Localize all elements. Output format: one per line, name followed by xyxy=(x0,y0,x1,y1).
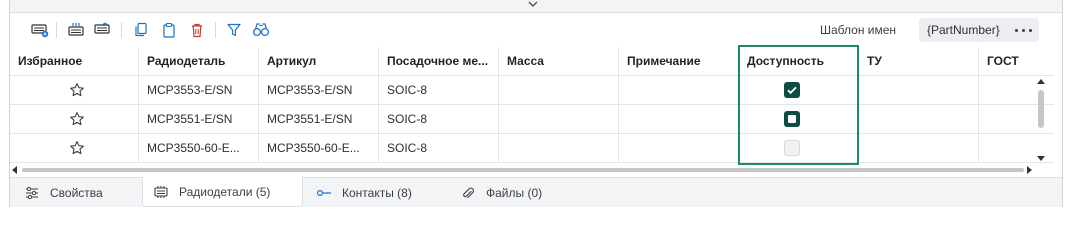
collapse-strip[interactable] xyxy=(10,0,1062,13)
vertical-scrollbar[interactable] xyxy=(1034,76,1048,164)
article-cell[interactable]: MCP3553-E/SN xyxy=(259,76,379,104)
checkmark-icon xyxy=(787,86,797,95)
article-cell[interactable]: MCP3551-E/SN xyxy=(259,105,379,133)
availability-checkbox[interactable] xyxy=(784,111,800,127)
delete-icon[interactable] xyxy=(186,19,208,41)
chip-icon xyxy=(153,184,169,200)
favorite-cell[interactable] xyxy=(10,134,139,162)
tab-label: Контакты (8) xyxy=(342,185,412,200)
tab-parts[interactable]: Радиодетали (5) xyxy=(142,177,303,207)
tab-contacts[interactable]: Контакты (8) xyxy=(316,178,446,207)
horizontal-scrollbar[interactable] xyxy=(10,164,1054,176)
horizontal-scroll-thumb[interactable] xyxy=(22,168,1024,172)
add-row-icon[interactable] xyxy=(29,19,51,41)
availability-checkbox[interactable] xyxy=(784,140,800,156)
tu-cell[interactable] xyxy=(859,105,979,133)
favorite-cell[interactable] xyxy=(10,105,139,133)
toolbar: Шаблон имен {PartNumber} xyxy=(10,13,1062,47)
table-row[interactable]: MCP3550-60-E... MCP3550-60-E... SOIC-8 xyxy=(10,134,1054,163)
bottom-tabs: Свойства Радиодетали (5) Контакты (8) Фа… xyxy=(10,177,1062,207)
tab-label: Радиодетали (5) xyxy=(179,184,271,199)
tab-files[interactable]: Файлы (0) xyxy=(460,178,570,207)
column-header-part[interactable]: Радиодеталь xyxy=(139,47,259,75)
note-cell[interactable] xyxy=(619,105,739,133)
column-header-availability[interactable]: Доступность xyxy=(739,47,859,75)
availability-checkbox[interactable] xyxy=(784,82,800,98)
vertical-scroll-thumb[interactable] xyxy=(1038,90,1044,128)
parts-panel: Шаблон имен {PartNumber} Избранное Радио… xyxy=(9,0,1063,207)
scroll-down-icon[interactable] xyxy=(1037,156,1045,161)
name-template-value[interactable]: {PartNumber} xyxy=(927,23,1000,37)
table-header: Избранное Радиодеталь Артикул Посадочное… xyxy=(10,47,1054,76)
scroll-left-icon[interactable] xyxy=(12,166,17,174)
paperclip-icon xyxy=(460,185,476,201)
article-cell[interactable]: MCP3550-60-E... xyxy=(259,134,379,162)
mass-cell[interactable] xyxy=(499,134,619,162)
star-icon[interactable] xyxy=(69,140,85,156)
more-options-button[interactable] xyxy=(1009,18,1037,42)
column-header-mass[interactable]: Масса xyxy=(499,47,619,75)
scroll-right-icon[interactable] xyxy=(1027,166,1032,174)
column-header-gost[interactable]: ГОСТ xyxy=(979,47,1054,75)
column-header-tu[interactable]: ТУ xyxy=(859,47,979,75)
parts-table: Избранное Радиодеталь Артикул Посадочное… xyxy=(10,47,1054,163)
star-icon[interactable] xyxy=(69,111,85,127)
tu-cell[interactable] xyxy=(859,76,979,104)
tu-cell[interactable] xyxy=(859,134,979,162)
part-cell[interactable]: MCP3550-60-E... xyxy=(139,134,259,162)
footprint-cell[interactable]: SOIC-8 xyxy=(379,134,499,162)
mass-cell[interactable] xyxy=(499,76,619,104)
column-header-favorite[interactable]: Избранное xyxy=(10,47,139,75)
find-icon[interactable] xyxy=(250,19,272,41)
footprint-cell[interactable]: SOIC-8 xyxy=(379,76,499,104)
sliders-icon xyxy=(24,185,40,201)
column-header-note[interactable]: Примечание xyxy=(619,47,739,75)
column-header-footprint[interactable]: Посадочное ме... xyxy=(379,47,499,75)
copy-icon[interactable] xyxy=(130,19,152,41)
tab-label: Свойства xyxy=(50,185,103,200)
part-cell[interactable]: MCP3553-E/SN xyxy=(139,76,259,104)
paste-icon[interactable] xyxy=(158,19,180,41)
table-row[interactable]: MCP3551-E/SN MCP3551-E/SN SOIC-8 xyxy=(10,105,1054,134)
filter-icon[interactable] xyxy=(223,19,245,41)
note-cell[interactable] xyxy=(619,134,739,162)
insert-below-icon[interactable] xyxy=(91,19,113,41)
name-template-field[interactable]: {PartNumber} xyxy=(919,18,1039,42)
scroll-up-icon[interactable] xyxy=(1037,79,1045,84)
column-header-article[interactable]: Артикул xyxy=(259,47,379,75)
star-icon[interactable] xyxy=(69,82,85,98)
tab-properties[interactable]: Свойства xyxy=(24,178,142,207)
note-cell[interactable] xyxy=(619,76,739,104)
chevron-down-icon[interactable] xyxy=(525,0,541,11)
footprint-cell[interactable]: SOIC-8 xyxy=(379,105,499,133)
more-icon xyxy=(1013,28,1034,32)
pin-icon xyxy=(316,185,332,201)
table-row[interactable]: MCP3553-E/SN MCP3553-E/SN SOIC-8 xyxy=(10,76,1054,105)
mass-cell[interactable] xyxy=(499,105,619,133)
part-cell[interactable]: MCP3551-E/SN xyxy=(139,105,259,133)
tab-label: Файлы (0) xyxy=(486,185,543,200)
insert-above-icon[interactable] xyxy=(65,19,87,41)
favorite-cell[interactable] xyxy=(10,76,139,104)
name-template-label: Шаблон имен xyxy=(820,23,897,37)
